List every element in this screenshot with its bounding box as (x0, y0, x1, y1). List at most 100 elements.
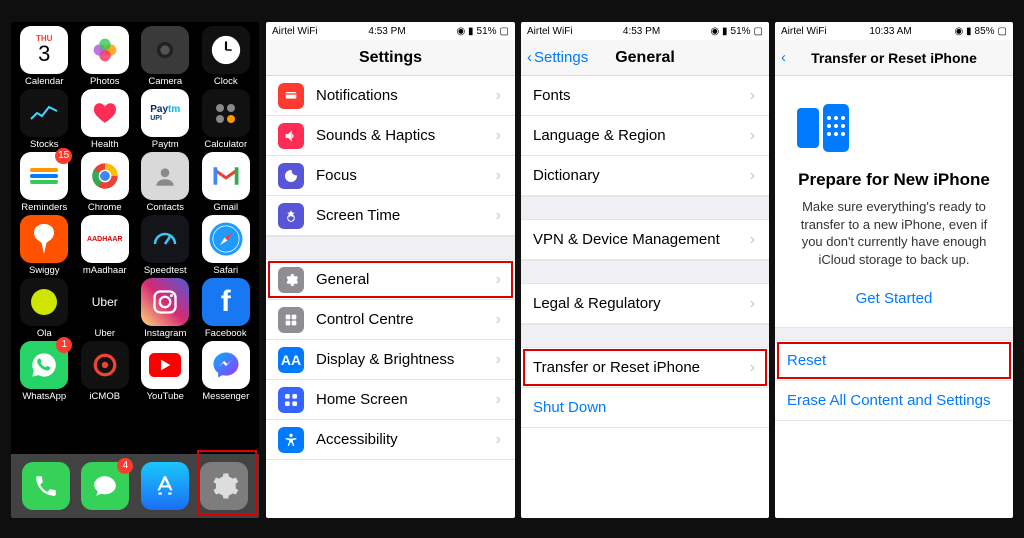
row-screen-time[interactable]: Screen Time› (266, 196, 515, 236)
hero-title: Prepare for New iPhone (791, 170, 997, 190)
app-label: mAadhaar (83, 265, 127, 276)
app-safari[interactable]: Safari (197, 215, 256, 276)
app-icmob[interactable]: iCMOB (76, 341, 135, 402)
app-label: iCMOB (89, 391, 120, 402)
general-list: Fonts›Language & Region›Dictionary› VPN &… (521, 76, 769, 428)
row-accessibility[interactable]: Accessibility› (266, 420, 515, 460)
row-notifications[interactable]: Notifications› (266, 76, 515, 116)
chevron-right-icon: › (496, 311, 501, 329)
calendar-icon: THU3 (20, 26, 68, 74)
app-label: Messenger (202, 391, 249, 402)
app-calendar[interactable]: THU3 Calendar (15, 26, 74, 87)
row-home-screen[interactable]: Home Screen› (266, 380, 515, 420)
app-messenger[interactable]: Messenger (197, 341, 256, 402)
row-focus[interactable]: Focus› (266, 156, 515, 196)
app-health[interactable]: Health (76, 89, 135, 150)
phone-app-icon[interactable] (22, 462, 70, 510)
row-vpn-device-management[interactable]: VPN & Device Management› (521, 220, 769, 260)
messages-app-icon[interactable]: 4 (81, 462, 129, 510)
row-control-centre[interactable]: Control Centre › (266, 300, 515, 340)
nav-title: Transfer or Reset iPhone (775, 50, 1013, 66)
status-right: ◉ ▮ 85% ▢ (955, 26, 1007, 37)
app-contacts[interactable]: Contacts (136, 152, 195, 213)
row-shut-down[interactable]: Shut Down (521, 388, 769, 428)
row-label: Sounds & Haptics (316, 127, 435, 144)
devices-icon (791, 100, 997, 156)
chevron-right-icon: › (496, 127, 501, 145)
app-label: Calendar (25, 76, 64, 87)
app-stocks[interactable]: Stocks (15, 89, 74, 150)
app-reminders[interactable]: 15Reminders (15, 152, 74, 213)
row-label: Display & Brightness (316, 351, 454, 368)
app-label: Clock (214, 76, 238, 87)
app-youtube[interactable]: YouTube (136, 341, 195, 402)
row-dictionary[interactable]: Dictionary› (521, 156, 769, 196)
row-transfer-or-reset-iphone[interactable]: Transfer or Reset iPhone› (521, 348, 769, 388)
camera-icon (141, 26, 189, 74)
carrier-label: Airtel WiFi (272, 26, 318, 37)
general-list-panel: Airtel WiFi 4:53 PM ◉ ▮ 51% ▢ ‹Settings … (521, 22, 769, 518)
status-right: ◉ ▮ 51% ▢ (457, 26, 509, 37)
app-speedtest[interactable]: Speedtest (136, 215, 195, 276)
row-label: General (316, 271, 369, 288)
app-label: Chrome (88, 202, 122, 213)
app-maadhaar[interactable]: AADHAARmAadhaar (76, 215, 135, 276)
chevron-right-icon: › (496, 271, 501, 289)
app-label: Contacts (147, 202, 185, 213)
app-camera[interactable]: Camera (136, 26, 195, 87)
carrier-label: Airtel WiFi (781, 26, 827, 37)
app-instagram[interactable]: Instagram (136, 278, 195, 339)
app-facebook[interactable]: fFacebook (197, 278, 256, 339)
control-centre-icon (278, 307, 304, 333)
row-label: Control Centre (316, 311, 414, 328)
gmail-icon (202, 152, 250, 200)
row-language-region[interactable]: Language & Region› (521, 116, 769, 156)
row-reset[interactable]: Reset (775, 341, 1013, 381)
gear-icon (209, 471, 239, 501)
row-label: Language & Region (533, 127, 666, 144)
chevron-right-icon: › (496, 391, 501, 409)
app-calculator[interactable]: Calculator (197, 89, 256, 150)
whatsapp-icon: 1 (20, 341, 68, 389)
row-label: Erase All Content and Settings (787, 392, 990, 409)
row-sounds-haptics[interactable]: Sounds & Haptics › (266, 116, 515, 156)
app-clock[interactable]: Clock (197, 26, 256, 87)
messages-badge: 4 (117, 458, 133, 474)
highlight-box (268, 261, 513, 298)
nav-title: Settings (266, 49, 515, 67)
app-label: Facebook (205, 328, 247, 339)
chevron-right-icon: › (496, 431, 501, 449)
row-erase-all-content-and-settings[interactable]: Erase All Content and Settings (775, 381, 1013, 421)
get-started-button[interactable]: Get Started (775, 276, 1013, 327)
row-display-brightness[interactable]: AADisplay & Brightness› (266, 340, 515, 380)
app-ola[interactable]: Ola (15, 278, 74, 339)
section-gap (521, 324, 769, 348)
app-swiggy[interactable]: Swiggy (15, 215, 74, 276)
app-uber[interactable]: UberUber (76, 278, 135, 339)
prepare-hero: Prepare for New iPhone Make sure everyth… (775, 76, 1013, 276)
settings-list-panel: Airtel WiFi 4:53 PM ◉ ▮ 51% ▢ Settings N… (266, 22, 515, 518)
row-general[interactable]: General › (266, 260, 515, 300)
app-store-icon[interactable] (141, 462, 189, 510)
speedtest-icon (141, 215, 189, 263)
row-label: VPN & Device Management (533, 231, 720, 248)
app-chrome[interactable]: Chrome (76, 152, 135, 213)
row-fonts[interactable]: Fonts› (521, 76, 769, 116)
home-screen-grid: THU3 Calendar PhotosCamera Clock StocksHealt… (11, 22, 259, 402)
clock-label: 10:33 AM (869, 26, 911, 37)
app-gmail[interactable]: Gmail (197, 152, 256, 213)
app-badge: 15 (55, 148, 72, 164)
app-label: Gmail (213, 202, 238, 213)
app-paytm[interactable]: PaytmUPIPaytm (136, 89, 195, 150)
chevron-right-icon: › (496, 87, 501, 105)
appstore-a-icon (152, 473, 178, 499)
settings-app-icon[interactable] (200, 462, 248, 510)
app-photos[interactable]: Photos (76, 26, 135, 87)
row-legal-regulatory[interactable]: Legal & Regulatory› (521, 284, 769, 324)
uber-icon: Uber (81, 278, 129, 326)
app-label: Ola (37, 328, 52, 339)
messenger-icon (202, 341, 250, 389)
chevron-right-icon: › (496, 351, 501, 369)
home-screen-dock: 4 (11, 454, 259, 518)
app-whatsapp[interactable]: 1WhatsApp (15, 341, 74, 402)
